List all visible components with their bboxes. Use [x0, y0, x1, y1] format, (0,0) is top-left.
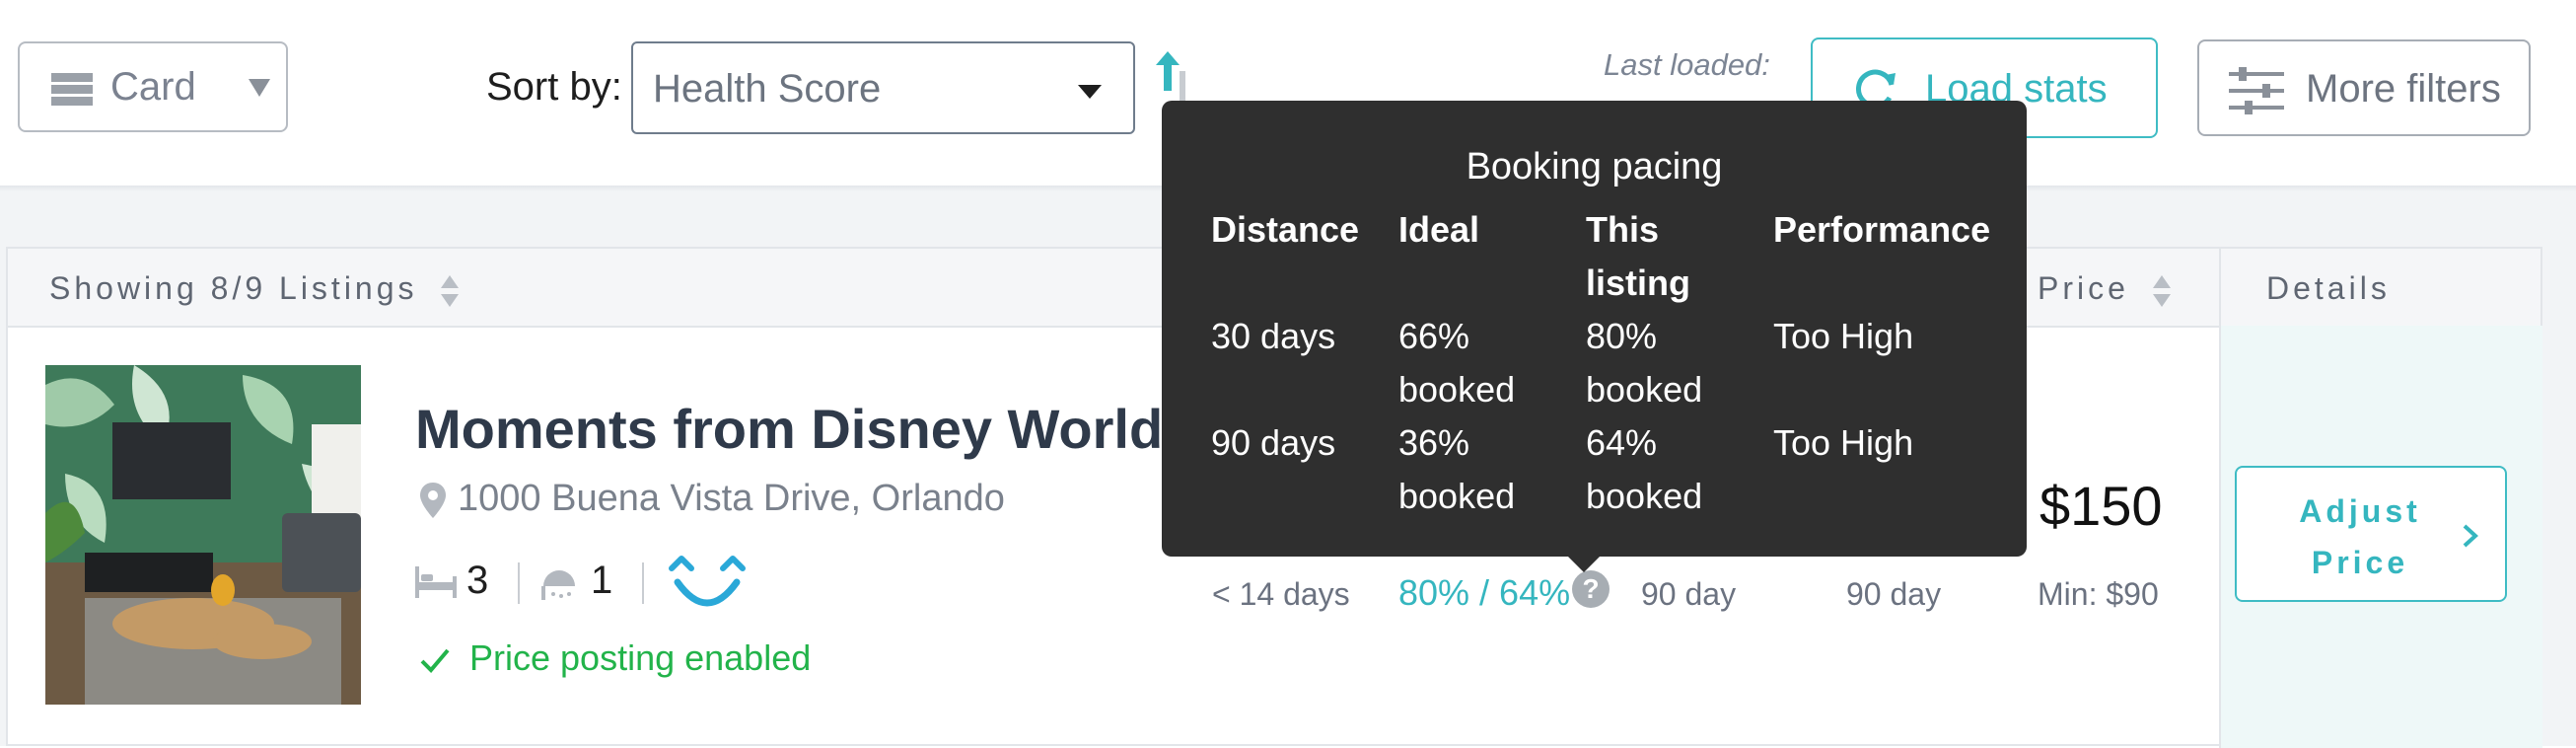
sort-icon: [441, 274, 460, 307]
booking-pacing-tooltip: Booking pacing Distance Ideal This listi…: [1162, 101, 2027, 572]
smiley-face-icon[interactable]: [664, 551, 751, 612]
bathroom-count: 1: [591, 559, 613, 602]
header-price-label: Price: [2038, 270, 2129, 306]
view-mode-select[interactable]: Card: [18, 41, 288, 132]
checkmark-icon: [420, 649, 450, 674]
tooltip-cell: Too High: [1773, 316, 1914, 356]
tooltip-cell: 64% booked: [1586, 422, 1703, 516]
stat-divider: [518, 562, 520, 604]
sort-by-label: Sort by:: [486, 65, 622, 109]
adjust-price-button[interactable]: Adjust Price: [2235, 466, 2507, 602]
tooltip-cell: 90 days: [1211, 422, 1336, 463]
listing-photo-image: [45, 365, 361, 705]
listing-photo[interactable]: [45, 365, 361, 705]
view-mode-label: Card: [110, 65, 196, 109]
bedroom-count: 3: [466, 559, 489, 602]
header-details: Details: [2266, 270, 2391, 306]
header-price[interactable]: Price: [2038, 270, 2172, 309]
sort-icon: [2152, 274, 2171, 307]
tooltip-header-ideal: Ideal: [1398, 209, 1480, 250]
tooltip-title: Booking pacing: [1466, 146, 1723, 187]
listing-address: 1000 Buena Vista Drive, Orlando: [420, 478, 1005, 520]
tooltip-cell: 66% booked: [1398, 316, 1516, 410]
header-details-cell: Details: [2219, 249, 2542, 326]
listing-min-price: Min: $90: [2038, 576, 2159, 612]
price-posting-text: Price posting enabled: [469, 637, 812, 678]
more-filters-label: More filters: [2306, 67, 2501, 111]
header-listings-label: Showing 8/9 Listings: [49, 270, 418, 306]
tooltip-cell: Too High: [1773, 422, 1914, 463]
chevron-down-icon: [1078, 85, 1102, 99]
tooltip-cell: 36% booked: [1398, 422, 1516, 516]
sort-ascending-icon[interactable]: [1156, 51, 1195, 103]
chevron-down-icon: [249, 79, 270, 97]
tooltip-header-distance: Distance: [1211, 209, 1360, 250]
location-pin-icon: [420, 482, 446, 518]
bed-icon: [415, 566, 457, 598]
stat-90-day-a: 90 day: [1641, 576, 1737, 612]
price-posting-status: Price posting enabled: [420, 637, 811, 679]
shower-icon: [541, 570, 575, 600]
tooltip-cell: 80% booked: [1586, 316, 1703, 410]
booking-pacing-value[interactable]: 80% / 64%: [1398, 572, 1570, 614]
listing-title[interactable]: Moments from Disney World!: [415, 397, 1181, 461]
lead-time-value: < 14 days: [1212, 576, 1350, 612]
more-filters-button[interactable]: More filters: [2197, 39, 2531, 136]
tooltip-header-performance: Performance: [1773, 209, 1991, 250]
sliders-icon: [2229, 67, 2284, 114]
sort-by-value: Health Score: [653, 67, 882, 111]
listing-price: $150: [2039, 475, 2163, 537]
tooltip-arrow: [1568, 557, 1600, 572]
stat-divider: [642, 562, 644, 604]
chevron-right-icon: [2463, 524, 2478, 548]
listing-address-text: 1000 Buena Vista Drive, Orlando: [458, 478, 1005, 519]
tooltip-header-this-listing: This listing: [1586, 209, 1690, 303]
sort-by-select[interactable]: Health Score: [631, 41, 1135, 134]
question-icon[interactable]: ?: [1572, 570, 1610, 608]
card-view-icon: [51, 73, 93, 106]
tooltip-cell: 30 days: [1211, 316, 1336, 356]
adjust-price-label: Adjust Price: [2299, 493, 2421, 580]
header-listings[interactable]: Showing 8/9 Listings: [49, 270, 460, 309]
last-loaded-label: Last loaded:: [1604, 47, 1770, 82]
stat-90-day-b: 90 day: [1846, 576, 1942, 612]
